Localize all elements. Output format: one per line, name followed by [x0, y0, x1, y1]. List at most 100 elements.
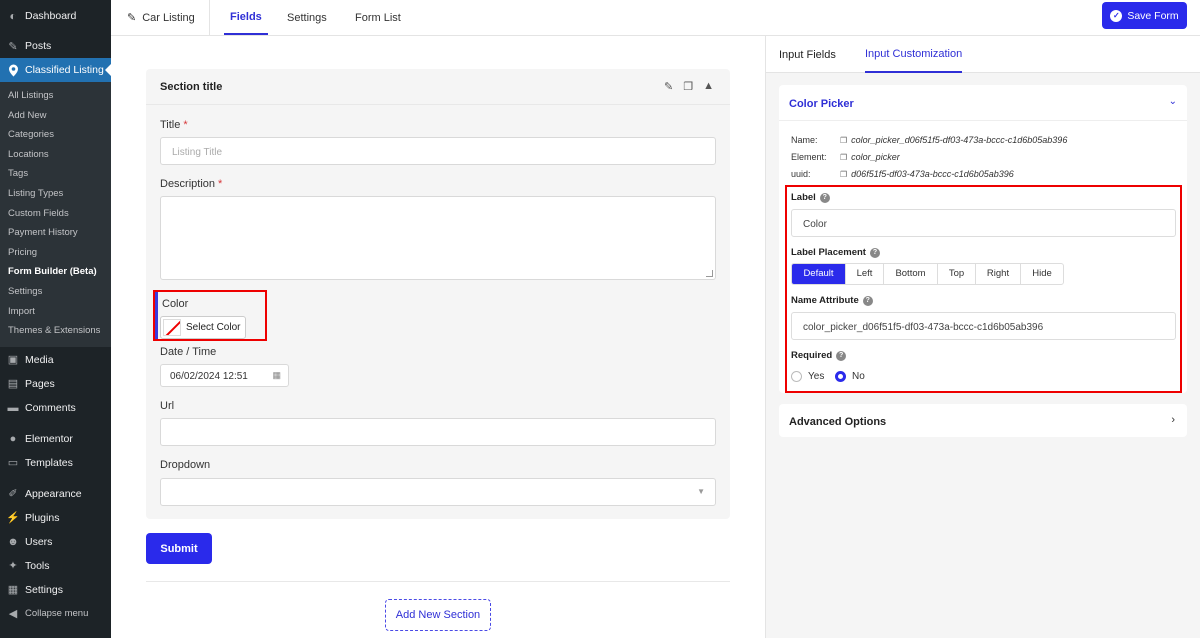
sidebar-item-label: Templates: [25, 456, 73, 469]
settings-icon: ▦: [7, 584, 19, 597]
meta-uuid-label: uuid:: [791, 169, 811, 179]
calendar-icon[interactable]: ▦: [272, 370, 281, 381]
meta-uuid-value[interactable]: ❐ d06f51f5-df03-473a-bccc-c1d6b05ab396: [840, 169, 1014, 179]
sidebar-item-dashboard[interactable]: ◐ Dashboard: [0, 3, 111, 29]
edit-icon[interactable]: ✎: [664, 80, 673, 93]
dashboard-icon: ◐: [9, 9, 17, 23]
submenu-pricing[interactable]: Pricing: [0, 243, 111, 263]
selected-field-indicator: [155, 292, 158, 339]
submenu-settings[interactable]: Settings: [0, 282, 111, 302]
form-title-text: Car Listing: [142, 11, 195, 24]
section-actions: ✎ ❐ ▲: [664, 80, 714, 93]
submenu-payment-history[interactable]: Payment History: [0, 223, 111, 243]
sidebar-item-elementor[interactable]: ● Elementor: [0, 427, 111, 451]
save-form-label: Save Form: [1127, 9, 1179, 22]
sidebar-item-label: Classified Listing: [25, 64, 104, 76]
sidebar-item-tools[interactable]: ✦ Tools: [0, 554, 111, 578]
sidebar-item-users[interactable]: ☻ Users: [0, 530, 111, 554]
sidebar-item-label: Pages: [25, 377, 55, 390]
copy-icon[interactable]: ❐: [683, 80, 693, 93]
datetime-input[interactable]: 06/02/2024 12:51 ▦: [160, 364, 289, 387]
tab-fields[interactable]: Fields: [224, 0, 268, 35]
submit-button[interactable]: Submit: [146, 533, 212, 564]
meta-element-label: Element:: [791, 152, 827, 162]
description-textarea[interactable]: [160, 196, 716, 280]
copy-icon: ❐: [840, 169, 848, 179]
tab-input-customization[interactable]: Input Customization: [865, 36, 963, 73]
tab-settings[interactable]: Settings: [287, 0, 327, 35]
sidebar-item-classified-listing[interactable]: Classified Listing: [0, 58, 111, 82]
form-title: ✎ Car Listing: [127, 0, 195, 35]
sidebar-item-label: Media: [25, 353, 54, 366]
form-canvas: Section title ✎ ❐ ▲ Title * Listing Title…: [111, 36, 765, 638]
plug-icon: ⚡: [6, 512, 20, 525]
tab-form-list[interactable]: Form List: [355, 0, 401, 35]
color-picker-header[interactable]: Color Picker ⌄: [779, 85, 1187, 121]
pencil-icon: ✎: [127, 12, 137, 24]
sidebar-item-settings[interactable]: ▦ Settings: [0, 578, 111, 602]
sidebar-item-label: Posts: [25, 40, 52, 52]
meta-element-text: color_picker: [851, 152, 900, 162]
form-section: Section title ✎ ❐ ▲ Title * Listing Title…: [146, 69, 730, 519]
submenu-themes-extensions[interactable]: Themes & Extensions: [0, 321, 111, 341]
section-header[interactable]: Section title ✎ ❐ ▲: [146, 69, 730, 105]
select-color-label: Select Color: [186, 322, 241, 333]
url-input[interactable]: [160, 418, 716, 446]
submenu-import[interactable]: Import: [0, 302, 111, 322]
label-text: Title: [160, 119, 181, 131]
sidebar-item-posts[interactable]: ✎ Posts: [0, 34, 111, 58]
chevron-right-icon: ›: [1171, 414, 1175, 426]
advanced-options-label: Advanced Options: [789, 416, 887, 428]
divider: [209, 0, 210, 35]
sidebar-item-pages[interactable]: ▤ Pages: [0, 372, 111, 396]
copy-icon: ❐: [840, 135, 848, 145]
submenu-form-builder[interactable]: Form Builder (Beta): [0, 262, 111, 282]
required-mark: *: [218, 178, 223, 190]
submenu-categories[interactable]: Categories: [0, 125, 111, 145]
page-icon: ▤: [7, 378, 19, 391]
submenu-locations[interactable]: Locations: [0, 145, 111, 165]
customization-panel: Input Fields Input Customization Color P…: [765, 36, 1200, 638]
color-field-highlight: Color Select Color: [153, 290, 267, 341]
submenu-tags[interactable]: Tags: [0, 164, 111, 184]
section-title: Section title: [160, 81, 223, 93]
title-field-label: Title *: [160, 119, 188, 131]
submenu-add-new[interactable]: Add New: [0, 106, 111, 126]
title-input[interactable]: Listing Title: [160, 137, 716, 165]
required-mark: *: [183, 119, 188, 131]
tab-input-fields[interactable]: Input Fields: [779, 36, 836, 73]
add-new-section-button[interactable]: Add New Section: [385, 599, 491, 631]
sidebar-item-plugins[interactable]: ⚡ Plugins: [0, 506, 111, 530]
chevron-down-icon: ▼: [697, 487, 705, 496]
sidebar-item-templates[interactable]: ▭ Templates: [0, 451, 111, 475]
dropdown-select[interactable]: ▼: [160, 478, 716, 506]
divider: [146, 581, 730, 582]
sidebar-item-label: Collapse menu: [25, 608, 89, 620]
sidebar-item-label: Dashboard: [25, 10, 77, 22]
pin-icon: ✎: [8, 40, 18, 53]
check-icon: ✓: [1110, 9, 1123, 22]
collapse-menu-button[interactable]: ◀ Collapse menu: [0, 602, 111, 626]
description-field-label: Description *: [160, 178, 222, 190]
sidebar-item-media[interactable]: ▣ Media: [0, 348, 111, 372]
builder-topbar: ✎ Car Listing Fields Settings Form List ✓…: [111, 0, 1200, 36]
select-color-button[interactable]: Select Color: [160, 316, 246, 339]
meta-name-value[interactable]: ❐ color_picker_d06f51f5-df03-473a-bccc-c1…: [840, 135, 1067, 145]
sidebar-item-comments[interactable]: ▬ Comments: [0, 396, 111, 420]
users-icon: ☻: [7, 535, 19, 548]
sidebar-item-appearance[interactable]: ✐ Appearance: [0, 482, 111, 506]
settings-highlight-box: [785, 185, 1182, 393]
collapse-icon: ◀: [8, 608, 18, 621]
meta-uuid-text: d06f51f5-df03-473a-bccc-c1d6b05ab396: [851, 169, 1014, 179]
chevron-up-icon[interactable]: ▲: [703, 80, 714, 93]
location-pin-icon: [6, 63, 20, 77]
submenu-listing-types[interactable]: Listing Types: [0, 184, 111, 204]
folder-icon: ▭: [7, 457, 19, 470]
submenu-custom-fields[interactable]: Custom Fields: [0, 204, 111, 224]
admin-sidebar: ◐ Dashboard ✎ Posts Classified Listing All…: [0, 0, 111, 638]
color-field-label: Color: [162, 298, 189, 310]
submenu-all-listings[interactable]: All Listings: [0, 86, 111, 106]
save-form-button[interactable]: ✓ Save Form: [1102, 2, 1187, 29]
advanced-options-toggle[interactable]: Advanced Options ›: [779, 404, 1187, 437]
meta-element-value[interactable]: ❐ color_picker: [840, 152, 900, 162]
